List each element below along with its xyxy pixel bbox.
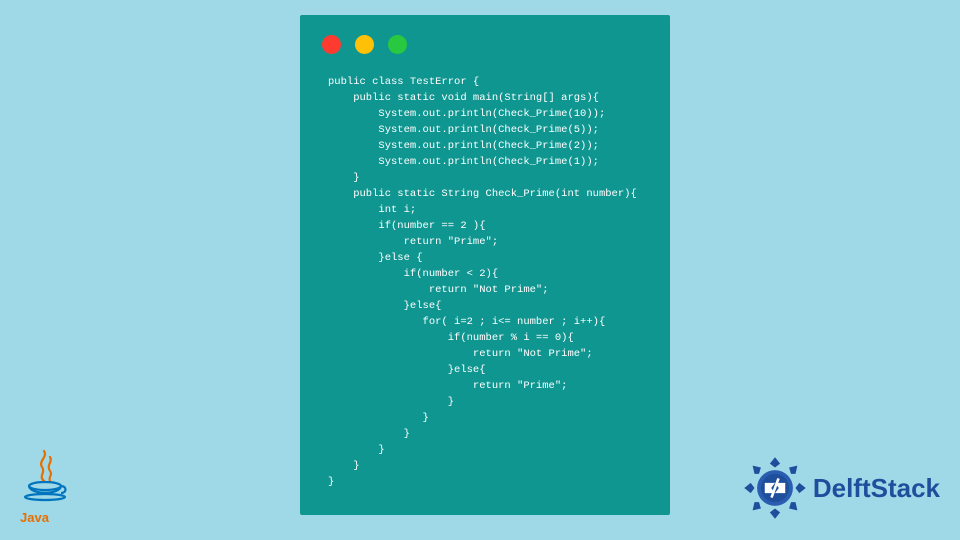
minimize-icon bbox=[355, 35, 374, 54]
delftstack-gear-icon bbox=[743, 456, 807, 520]
code-window: public class TestError { public static v… bbox=[300, 15, 670, 515]
code-block: public class TestError { public static v… bbox=[300, 54, 670, 490]
delftstack-logo: DelftStack bbox=[743, 456, 940, 520]
delftstack-logo-label: DelftStack bbox=[813, 473, 940, 504]
java-cup-icon bbox=[20, 449, 70, 509]
close-icon bbox=[322, 35, 341, 54]
java-logo: Java bbox=[20, 449, 70, 525]
java-logo-label: Java bbox=[20, 510, 70, 525]
maximize-icon bbox=[388, 35, 407, 54]
traffic-lights bbox=[300, 15, 670, 54]
